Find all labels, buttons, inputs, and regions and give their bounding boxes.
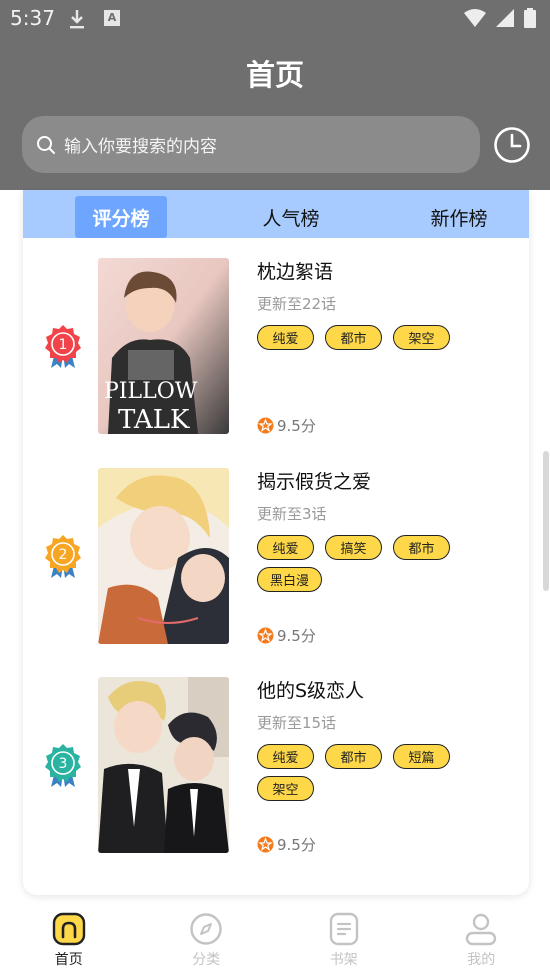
rank-medal-icon: 2 xyxy=(45,535,81,578)
genre-tag[interactable]: 搞笑 xyxy=(325,535,382,560)
comic-info: 枕边絮语 更新至22话 纯爱 都市 架空 xyxy=(257,258,517,350)
rank-medal-icon: 3 xyxy=(45,744,81,787)
genre-tag[interactable]: 短篇 xyxy=(393,744,450,769)
cover-title-text: PILLOW xyxy=(104,379,198,404)
signal-icon xyxy=(496,9,514,27)
comic-title[interactable]: 枕边絮语 xyxy=(257,258,517,286)
genre-tag[interactable]: 都市 xyxy=(393,535,450,560)
score-value: 9.5分 xyxy=(277,416,316,435)
list-item[interactable]: 3 他的S级恋人 更新至15话 纯爱 都市 短篇 架空 9.5分 xyxy=(23,677,529,857)
bottom-nav: 首页 分类 书架 我的 xyxy=(0,906,550,979)
genre-tag[interactable]: 纯爱 xyxy=(257,744,314,769)
tag-list: 纯爱 都市 架空 xyxy=(257,325,497,350)
score: 9.5分 xyxy=(257,833,316,855)
profile-icon xyxy=(466,913,497,946)
update-status: 更新至15话 xyxy=(257,714,337,732)
home-icon xyxy=(52,912,85,946)
genre-tag[interactable]: 黑白漫 xyxy=(257,567,323,592)
comic-title[interactable]: 揭示假货之爱 xyxy=(257,468,517,496)
star-badge-icon xyxy=(257,627,274,643)
search-icon xyxy=(37,135,55,154)
nav-bookshelf-label: 书架 xyxy=(329,952,358,968)
top-header: 5:37 A 首页 输入你要搜索的内容 xyxy=(0,0,550,190)
score-value: 9.5分 xyxy=(277,835,316,854)
cover-image xyxy=(98,468,229,644)
battery-icon xyxy=(524,8,536,28)
status-bar: 5:37 A xyxy=(0,0,550,38)
comic-cover[interactable] xyxy=(98,677,229,853)
nav-bookshelf[interactable]: 书架 xyxy=(275,906,413,979)
tab-popularity[interactable]: 人气榜 xyxy=(245,196,337,238)
update-status: 更新至22话 xyxy=(257,295,337,313)
score: 9.5分 xyxy=(257,414,316,436)
nav-home[interactable]: 首页 xyxy=(0,906,138,979)
list-item[interactable]: 1 PILLOW TALK 枕边絮语 更新至22话 纯爱 都市 架空 9.5分 xyxy=(23,258,529,438)
star-badge-icon xyxy=(257,417,274,433)
genre-tag[interactable]: 纯爱 xyxy=(257,325,314,350)
history-clock-icon[interactable] xyxy=(493,126,531,164)
genre-tag[interactable]: 都市 xyxy=(325,744,382,769)
compass-icon xyxy=(190,913,222,945)
tab-new[interactable]: 新作榜 xyxy=(413,196,505,238)
genre-tag[interactable]: 架空 xyxy=(257,776,314,801)
nav-category[interactable]: 分类 xyxy=(138,906,276,979)
search-input[interactable]: 输入你要搜索的内容 xyxy=(22,116,480,173)
score: 9.5分 xyxy=(257,624,316,646)
update-status: 更新至3话 xyxy=(257,505,327,523)
list-item[interactable]: 2 揭示假货之爱 更新至3话 纯爱 搞笑 都市 黑白漫 9.5分 xyxy=(23,468,529,648)
comic-cover[interactable]: PILLOW TALK xyxy=(98,258,229,434)
tag-list: 纯爱 都市 短篇 架空 xyxy=(257,744,497,801)
nav-profile-label: 我的 xyxy=(467,952,496,968)
comic-info: 他的S级恋人 更新至15话 纯爱 都市 短篇 架空 xyxy=(257,677,517,801)
comic-cover[interactable] xyxy=(98,468,229,644)
rank-number: 2 xyxy=(59,547,68,563)
a-icon: A xyxy=(104,10,120,26)
nav-profile[interactable]: 我的 xyxy=(413,906,550,979)
rank-medal-icon: 1 xyxy=(45,325,81,368)
page-title: 首页 xyxy=(245,58,304,92)
tab-rating[interactable]: 评分榜 xyxy=(75,196,167,238)
tag-list: 纯爱 搞笑 都市 黑白漫 xyxy=(257,535,497,592)
bookshelf-icon xyxy=(329,912,358,946)
system-status-icons xyxy=(464,8,536,28)
comic-title[interactable]: 他的S级恋人 xyxy=(257,677,517,705)
status-time: 5:37 xyxy=(10,6,55,30)
genre-tag[interactable]: 都市 xyxy=(325,325,382,350)
ranking-card: 评分榜 人气榜 新作榜 1 PILLOW TALK 枕边絮语 更新至22话 纯爱… xyxy=(23,190,529,895)
genre-tag[interactable]: 纯爱 xyxy=(257,535,314,560)
rank-number: 1 xyxy=(59,337,68,353)
score-value: 9.5分 xyxy=(277,626,316,645)
comic-info: 揭示假货之爱 更新至3话 纯爱 搞笑 都市 黑白漫 xyxy=(257,468,517,592)
nav-home-label: 首页 xyxy=(54,952,83,968)
rank-number: 3 xyxy=(59,756,68,772)
cover-image xyxy=(98,677,229,853)
star-badge-icon xyxy=(257,836,274,852)
wifi-icon xyxy=(464,9,486,27)
svg-text:TALK: TALK xyxy=(118,405,190,434)
nav-category-label: 分类 xyxy=(192,952,221,968)
download-icon xyxy=(70,10,84,29)
cover-image: PILLOW TALK xyxy=(98,258,229,434)
search-placeholder: 输入你要搜索的内容 xyxy=(64,137,217,157)
ranking-tabs: 评分榜 人气榜 新作榜 xyxy=(23,190,529,238)
scrollbar[interactable] xyxy=(543,451,549,591)
genre-tag[interactable]: 架空 xyxy=(393,325,450,350)
